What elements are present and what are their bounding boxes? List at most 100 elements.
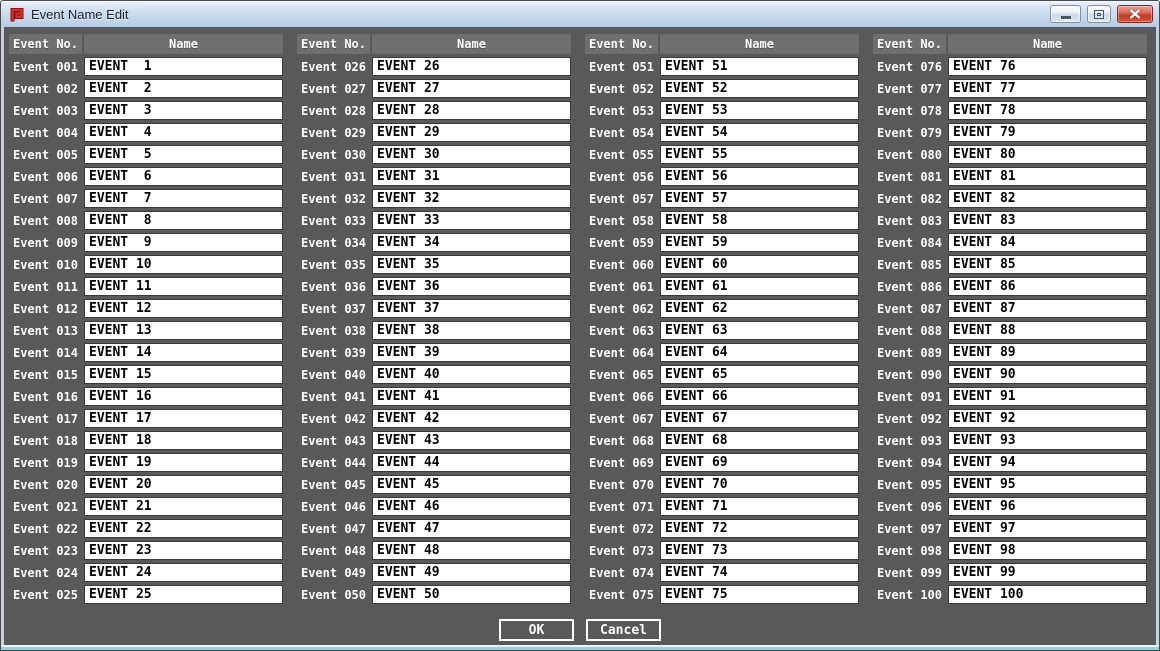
event-name-input[interactable] [660,321,859,340]
event-name-input[interactable] [84,189,283,208]
event-name-input[interactable] [660,519,859,538]
event-name-input[interactable] [948,563,1147,582]
event-name-input[interactable] [84,211,283,230]
event-name-input[interactable] [372,541,571,560]
event-name-input[interactable] [948,519,1147,538]
event-name-input[interactable] [660,167,859,186]
event-name-input[interactable] [372,563,571,582]
event-name-input[interactable] [372,79,571,98]
event-name-input[interactable] [84,277,283,296]
event-name-input[interactable] [660,365,859,384]
event-name-input[interactable] [948,57,1147,76]
event-name-input[interactable] [948,453,1147,472]
close-button[interactable] [1117,5,1153,23]
event-name-input[interactable] [84,431,283,450]
event-name-input[interactable] [372,277,571,296]
event-name-input[interactable] [84,563,283,582]
event-name-input[interactable] [372,101,571,120]
event-name-input[interactable] [660,299,859,318]
event-name-input[interactable] [948,167,1147,186]
event-name-input[interactable] [372,145,571,164]
event-name-input[interactable] [948,255,1147,274]
event-name-input[interactable] [660,343,859,362]
event-name-input[interactable] [948,541,1147,560]
event-name-input[interactable] [948,365,1147,384]
event-name-input[interactable] [84,541,283,560]
event-name-input[interactable] [84,475,283,494]
event-name-input[interactable] [84,145,283,164]
event-name-input[interactable] [372,189,571,208]
restore-button[interactable] [1087,5,1111,23]
event-name-input[interactable] [372,321,571,340]
event-name-input[interactable] [84,123,283,142]
event-name-input[interactable] [660,431,859,450]
event-name-input[interactable] [948,431,1147,450]
event-name-input[interactable] [84,101,283,120]
event-name-input[interactable] [948,145,1147,164]
event-name-input[interactable] [660,145,859,164]
event-name-input[interactable] [372,365,571,384]
event-name-input[interactable] [372,475,571,494]
event-name-input[interactable] [372,453,571,472]
event-name-input[interactable] [660,123,859,142]
event-name-input[interactable] [84,519,283,538]
event-name-input[interactable] [372,387,571,406]
event-name-input[interactable] [948,321,1147,340]
event-name-input[interactable] [372,585,571,604]
event-name-input[interactable] [84,497,283,516]
event-name-input[interactable] [660,57,859,76]
event-name-input[interactable] [660,497,859,516]
event-name-input[interactable] [660,409,859,428]
ok-button[interactable]: OK [499,619,574,641]
event-name-input[interactable] [84,321,283,340]
event-name-input[interactable] [84,233,283,252]
event-name-input[interactable] [660,277,859,296]
titlebar[interactable]: Event Name Edit [1,1,1159,27]
event-name-input[interactable] [660,255,859,274]
event-name-input[interactable] [372,57,571,76]
event-name-input[interactable] [84,167,283,186]
event-name-input[interactable] [948,189,1147,208]
event-name-input[interactable] [660,541,859,560]
event-name-input[interactable] [84,387,283,406]
event-name-input[interactable] [372,431,571,450]
event-name-input[interactable] [84,409,283,428]
event-name-input[interactable] [948,343,1147,362]
event-name-input[interactable] [948,123,1147,142]
event-name-input[interactable] [84,585,283,604]
event-name-input[interactable] [948,475,1147,494]
event-name-input[interactable] [372,409,571,428]
event-name-input[interactable] [372,255,571,274]
cancel-button[interactable]: Cancel [586,619,661,641]
event-name-input[interactable] [660,387,859,406]
event-name-input[interactable] [660,233,859,252]
event-name-input[interactable] [84,299,283,318]
event-name-input[interactable] [84,79,283,98]
event-name-input[interactable] [948,101,1147,120]
event-name-input[interactable] [948,233,1147,252]
event-name-input[interactable] [372,519,571,538]
event-name-input[interactable] [948,409,1147,428]
event-name-input[interactable] [372,299,571,318]
event-name-input[interactable] [948,211,1147,230]
event-name-input[interactable] [948,387,1147,406]
event-name-input[interactable] [948,277,1147,296]
event-name-input[interactable] [660,189,859,208]
event-name-input[interactable] [660,453,859,472]
event-name-input[interactable] [84,453,283,472]
event-name-input[interactable] [660,475,859,494]
event-name-input[interactable] [372,497,571,516]
event-name-input[interactable] [948,79,1147,98]
event-name-input[interactable] [660,79,859,98]
event-name-input[interactable] [660,211,859,230]
event-name-input[interactable] [660,563,859,582]
event-name-input[interactable] [660,585,859,604]
event-name-input[interactable] [84,343,283,362]
event-name-input[interactable] [660,101,859,120]
event-name-input[interactable] [948,299,1147,318]
event-name-input[interactable] [372,167,571,186]
event-name-input[interactable] [84,255,283,274]
event-name-input[interactable] [948,585,1147,604]
event-name-input[interactable] [84,365,283,384]
minimize-button[interactable] [1050,5,1081,23]
